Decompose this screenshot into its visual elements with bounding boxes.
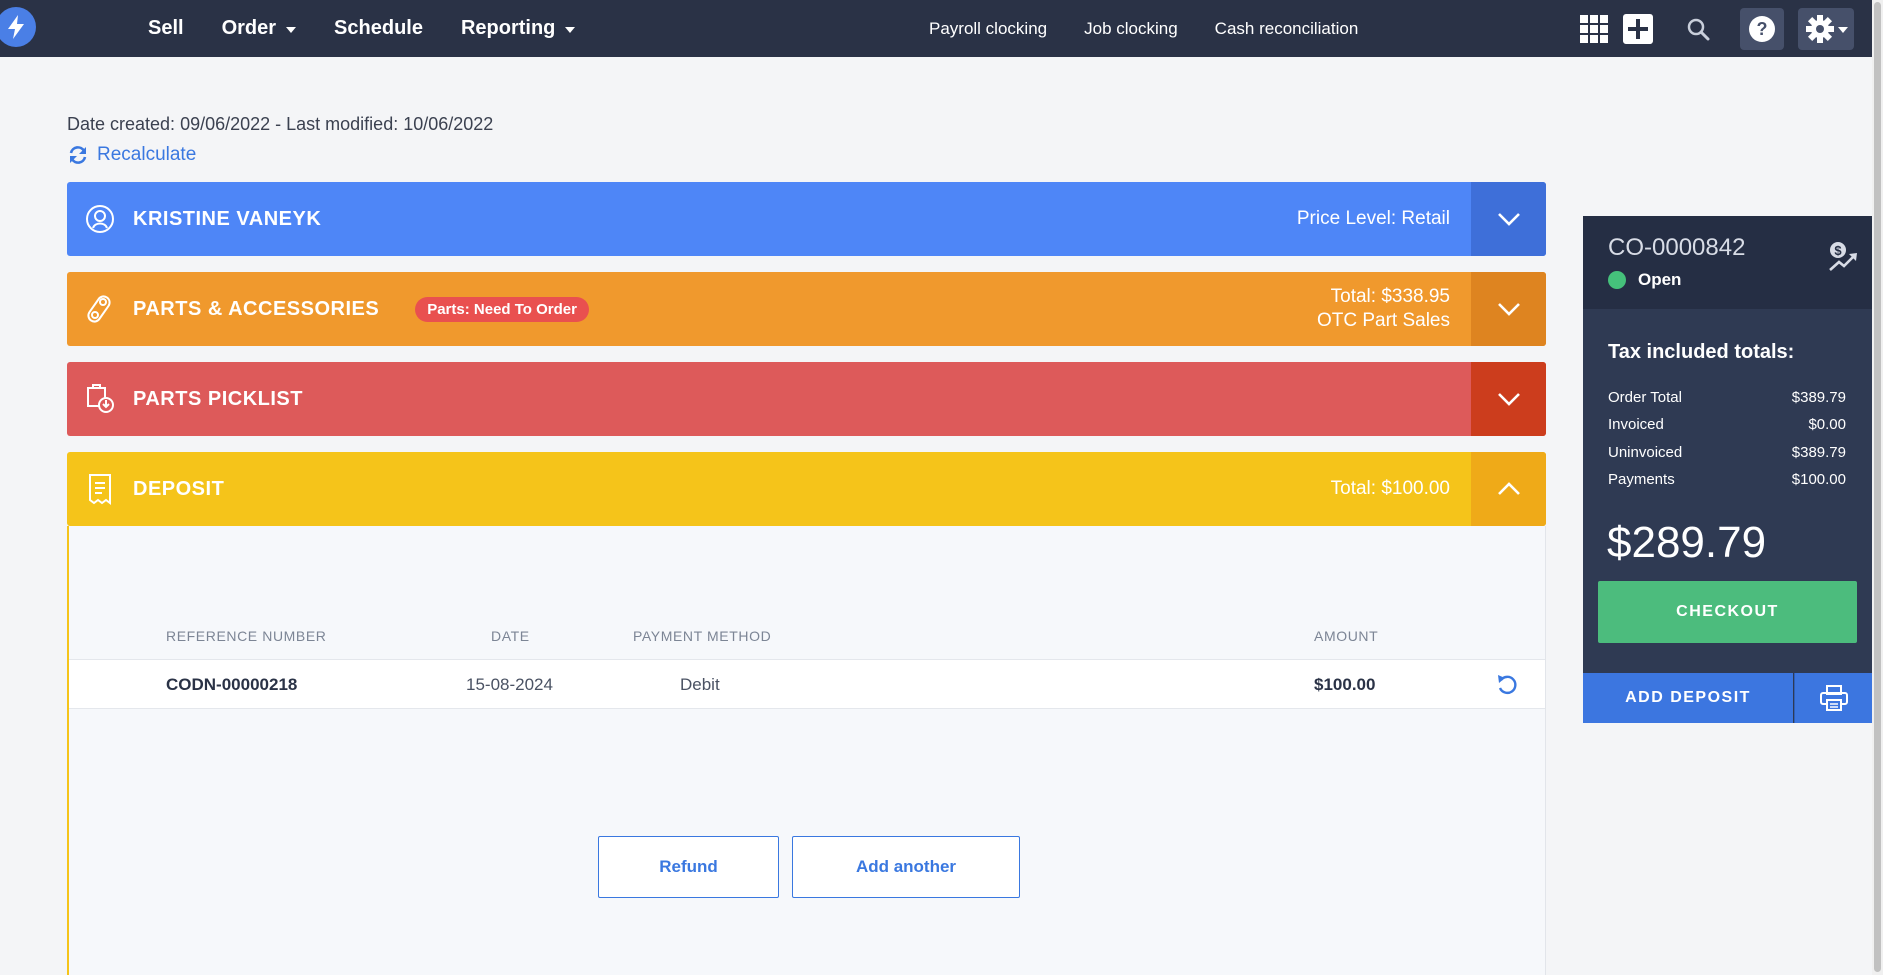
add-another-button[interactable]: Add another <box>792 836 1020 898</box>
checkout-button[interactable]: CHECKOUT <box>1598 581 1857 643</box>
summary-header: CO-0000842 Open $ <box>1583 216 1872 309</box>
parts-toggle-button[interactable] <box>1471 272 1546 346</box>
svg-text:?: ? <box>1757 19 1768 39</box>
summary-label: Order Total <box>1608 389 1682 406</box>
header-reference: REFERENCE NUMBER <box>166 628 327 644</box>
svg-text:$: $ <box>1834 243 1842 258</box>
deposit-title: DEPOSIT <box>133 477 225 500</box>
receipt-icon <box>67 452 133 526</box>
picklist-toggle-button[interactable] <box>1471 362 1546 436</box>
deposit-toggle-button[interactable] <box>1471 452 1546 526</box>
undo-icon[interactable] <box>1495 672 1521 703</box>
summary-label: Invoiced <box>1608 416 1664 433</box>
refresh-icon <box>69 146 87 164</box>
summary-row-invoiced: Invoiced $0.00 <box>1608 416 1846 433</box>
print-button[interactable] <box>1794 673 1872 723</box>
customer-toggle-button[interactable] <box>1471 182 1546 256</box>
chevron-down-icon <box>1497 393 1520 406</box>
row-amount: $100.00 <box>1314 675 1376 694</box>
app-logo-icon[interactable] <box>0 7 36 47</box>
row-reference: CODN-00000218 <box>166 675 298 694</box>
summary-value: $100.00 <box>1791 471 1846 488</box>
parts-panel[interactable]: PARTS & ACCESSORIES Parts: Need To Order… <box>67 272 1546 346</box>
nav-schedule[interactable]: Schedule <box>334 17 423 40</box>
add-deposit-button[interactable]: ADD DEPOSIT <box>1583 673 1793 723</box>
order-summary: CO-0000842 Open $ Tax included totals: O… <box>1583 216 1872 723</box>
chevron-down-icon <box>1497 303 1520 316</box>
summary-value: $0.00 <box>1808 416 1846 433</box>
parts-subtitle: OTC Part Sales <box>1316 310 1450 331</box>
recalculate-button[interactable]: Recalculate <box>67 144 196 166</box>
customer-icon <box>67 182 133 256</box>
nav-icons: ? <box>1578 0 1854 57</box>
main-nav: Sell Order Schedule Reporting <box>148 0 613 57</box>
deposit-panel[interactable]: DEPOSIT Total: $100.00 <box>67 452 1546 526</box>
search-icon[interactable] <box>1682 13 1714 45</box>
top-nav: Sell Order Schedule Reporting Payroll cl… <box>0 0 1872 57</box>
plus-icon[interactable] <box>1622 13 1654 45</box>
deposit-body: REFERENCE NUMBER DATE PAYMENT METHOD AMO… <box>67 526 1546 975</box>
money-trend-icon[interactable]: $ <box>1826 240 1860 279</box>
chevron-down-icon <box>1838 26 1848 33</box>
deposit-table-header: REFERENCE NUMBER DATE PAYMENT METHOD AMO… <box>69 628 1545 658</box>
parts-summary: Total: $338.95 OTC Part Sales <box>1317 285 1450 333</box>
summary-row-uninvoiced: Uninvoiced $389.79 <box>1608 444 1846 461</box>
deposit-total: Total: $100.00 <box>1330 478 1450 499</box>
table-row: CODN-00000218 15-08-2024 Debit $100.00 <box>69 659 1545 709</box>
parts-icon <box>67 272 133 346</box>
header-date: DATE <box>491 628 530 644</box>
parts-title: PARTS & ACCESSORIES <box>133 297 380 320</box>
order-dates: Date created: 09/06/2022 - Last modified… <box>67 114 494 134</box>
chevron-down-icon <box>1497 213 1520 226</box>
summary-value: $389.79 <box>1791 444 1846 461</box>
row-date: 15-08-2024 <box>466 675 553 694</box>
summary-row-order-total: Order Total $389.79 <box>1608 389 1846 406</box>
nav-cash-reconciliation[interactable]: Cash reconciliation <box>1215 19 1359 39</box>
customer-panel[interactable]: KRISTINE VANEYK Price Level: Retail <box>67 182 1546 256</box>
apps-grid-icon[interactable] <box>1578 13 1610 45</box>
nav-reporting[interactable]: Reporting <box>461 17 576 40</box>
nav-sell[interactable]: Sell <box>148 17 184 40</box>
picklist-icon <box>67 362 133 436</box>
summary-label: Uninvoiced <box>1608 444 1683 461</box>
summary-label: Payments <box>1608 471 1675 488</box>
header-payment-method: PAYMENT METHOD <box>633 628 772 644</box>
parts-total: Total: $338.95 <box>1330 286 1450 307</box>
picklist-title: PARTS PICKLIST <box>133 387 303 410</box>
header-amount: AMOUNT <box>1314 628 1379 644</box>
chevron-down-icon <box>286 26 297 33</box>
status-badge: Parts: Need To Order <box>415 296 589 322</box>
refund-button[interactable]: Refund <box>598 836 779 898</box>
chevron-down-icon <box>565 26 576 33</box>
price-level: Price Level: Retail <box>1296 208 1450 229</box>
help-icon[interactable]: ? <box>1740 7 1784 50</box>
nav-order[interactable]: Order <box>222 17 297 40</box>
summary-value: $389.79 <box>1791 389 1846 406</box>
nav-job-clocking[interactable]: Job clocking <box>1084 19 1178 39</box>
nav-payroll-clocking[interactable]: Payroll clocking <box>929 19 1047 39</box>
summary-title: Tax included totals: <box>1608 341 1795 363</box>
gear-icon[interactable] <box>1798 7 1854 50</box>
recalculate-label: Recalculate <box>97 144 197 165</box>
customer-name: KRISTINE VANEYK <box>133 207 322 230</box>
order-status: Open <box>1608 270 1681 290</box>
order-number: CO-0000842 <box>1608 234 1746 261</box>
printer-icon <box>1819 685 1848 711</box>
row-payment-method: Debit <box>680 675 720 694</box>
secondary-nav: Payroll clocking Job clocking Cash recon… <box>929 0 1395 57</box>
summary-row-payments: Payments $100.00 <box>1608 471 1846 488</box>
status-label: Open <box>1638 270 1682 289</box>
vertical-scrollbar[interactable] <box>1872 0 1883 975</box>
status-dot-icon <box>1608 271 1626 289</box>
picklist-panel[interactable]: PARTS PICKLIST <box>67 362 1546 436</box>
balance-due: $289.79 <box>1607 518 1767 567</box>
chevron-up-icon <box>1497 482 1520 495</box>
